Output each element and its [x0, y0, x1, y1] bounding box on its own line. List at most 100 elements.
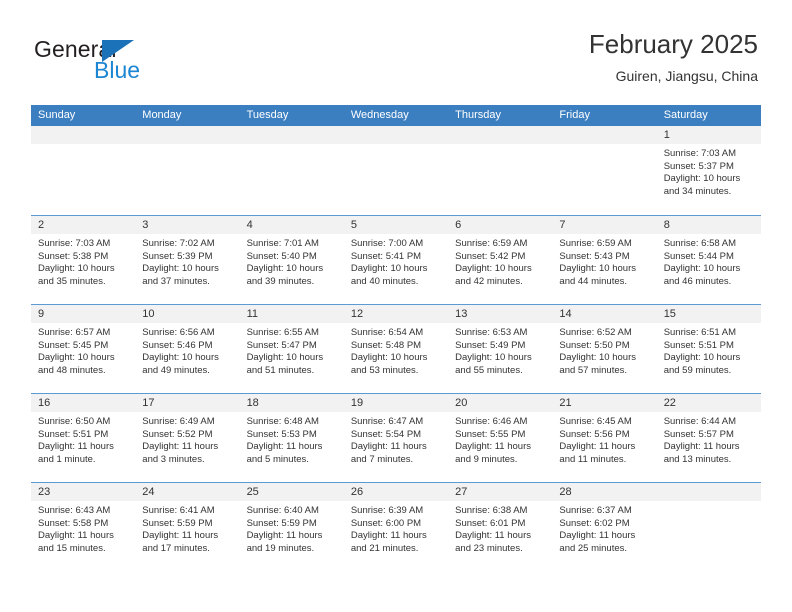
sunrise-text: Sunrise: 6:47 AM — [350, 416, 424, 427]
sunset-text: Sunset: 5:58 PM — [38, 517, 109, 529]
sunset-text: Sunset: 5:44 PM — [663, 250, 734, 262]
calendar-day-cell[interactable]: 8 Sunrise: 6:58 AM Sunset: 5:44 PM Daylight… — [656, 216, 761, 304]
day-number: 2 — [31, 216, 136, 234]
calendar-day-cell[interactable]: 20 Sunrise: 6:46 AM Sunset: 5:55 PM Dayligh… — [448, 394, 553, 482]
calendar-day-cell[interactable]: 12 Sunrise: 6:54 AM Sunset: 5:48 PM Dayligh… — [343, 305, 449, 393]
weekday-header-wednesday: Wednesday — [350, 109, 409, 121]
calendar-day-cell[interactable]: 6 Sunrise: 6:59 AM Sunset: 5:42 PM Daylight… — [448, 216, 553, 304]
sunset-text: Sunset: 5:51 PM — [663, 339, 734, 351]
day-number: 17 — [135, 394, 240, 412]
calendar-day-cell-empty — [135, 126, 240, 215]
calendar-day-cell[interactable]: 17 Sunrise: 6:49 AM Sunset: 5:52 PM Dayligh… — [135, 394, 240, 482]
daylight-text: Daylight: 11 hours and 7 minutes. — [350, 441, 427, 465]
sunset-text: Sunset: 5:41 PM — [350, 250, 422, 262]
calendar-day-cell[interactable]: 18 Sunrise: 6:48 AM Sunset: 5:53 PM Dayligh… — [239, 394, 344, 482]
daylight-text: Daylight: 10 hours and 48 minutes. — [38, 352, 115, 376]
calendar-day-cell[interactable]: 9 Sunrise: 6:57 AM Sunset: 5:45 PM Daylight… — [31, 305, 136, 393]
sunset-text: Sunset: 5:40 PM — [246, 250, 317, 262]
daylight-text: Daylight: 11 hours and 11 minutes. — [559, 441, 636, 465]
calendar-day-cell[interactable]: 2 Sunrise: 7:03 AM Sunset: 5:38 PM Daylight… — [31, 216, 136, 304]
calendar-day-cell[interactable]: 25 Sunrise: 6:40 AM Sunset: 5:59 PM Dayligh… — [239, 483, 344, 571]
calendar-day-cell[interactable]: 16 Sunrise: 6:50 AM Sunset: 5:51 PM Dayligh… — [31, 394, 136, 482]
weekday-header-thursday: Thursday — [455, 109, 501, 121]
sunrise-text: Sunrise: 6:59 AM — [559, 238, 632, 249]
sunset-text: Sunset: 5:52 PM — [142, 428, 213, 440]
calendar-day-cell[interactable]: 13 Sunrise: 6:53 AM Sunset: 5:49 PM Dayligh… — [448, 305, 553, 393]
calendar-day-cell[interactable]: 14 Sunrise: 6:52 AM Sunset: 5:50 PM Dayligh… — [552, 305, 657, 393]
day-number — [448, 126, 553, 144]
daylight-text: Daylight: 11 hours and 3 minutes. — [142, 441, 219, 465]
calendar-day-cell[interactable]: 23 Sunrise: 6:43 AM Sunset: 5:58 PM Dayligh… — [31, 483, 136, 571]
day-number: 10 — [135, 305, 240, 323]
calendar-day-cell[interactable]: 22 Sunrise: 6:44 AM Sunset: 5:57 PM Dayligh… — [656, 394, 761, 482]
sunset-text: Sunset: 6:00 PM — [350, 517, 422, 529]
day-number: 26 — [343, 483, 449, 501]
calendar-day-cell-empty — [31, 126, 136, 215]
day-number: 27 — [448, 483, 553, 501]
calendar-day-cell[interactable]: 10 Sunrise: 6:56 AM Sunset: 5:46 PM Dayligh… — [135, 305, 240, 393]
sunset-text: Sunset: 5:48 PM — [350, 339, 422, 351]
sunrise-text: Sunrise: 7:00 AM — [350, 238, 424, 249]
sunset-text: Sunset: 5:59 PM — [142, 517, 213, 529]
sunset-text: Sunset: 5:51 PM — [38, 428, 109, 440]
daylight-text: Daylight: 11 hours and 5 minutes. — [246, 441, 323, 465]
sunrise-text: Sunrise: 6:58 AM — [663, 238, 737, 249]
sunrise-text: Sunrise: 6:39 AM — [350, 505, 424, 516]
day-sun-info: Sunrise: 6:57 AM Sunset: 5:45 PM Daylight:… — [31, 323, 135, 377]
sunset-text: Sunset: 5:49 PM — [455, 339, 526, 351]
calendar-day-cell[interactable]: 15 Sunrise: 6:51 AM Sunset: 5:51 PM Dayligh… — [656, 305, 761, 393]
sunrise-text: Sunrise: 6:52 AM — [559, 327, 632, 338]
day-number: 13 — [448, 305, 553, 323]
daylight-text: Daylight: 10 hours and 53 minutes. — [350, 352, 428, 376]
day-number: 3 — [135, 216, 240, 234]
calendar-day-cell[interactable]: 11 Sunrise: 6:55 AM Sunset: 5:47 PM Dayligh… — [239, 305, 344, 393]
day-sun-info: Sunrise: 6:47 AM Sunset: 5:54 PM Daylight:… — [344, 412, 448, 466]
sunrise-text: Sunrise: 6:40 AM — [246, 505, 319, 516]
calendar-day-cell[interactable]: 24 Sunrise: 6:41 AM Sunset: 5:59 PM Dayligh… — [135, 483, 240, 571]
sunset-text: Sunset: 5:53 PM — [246, 428, 317, 440]
day-sun-info: Sunrise: 6:44 AM Sunset: 5:57 PM Daylight:… — [657, 412, 761, 466]
weekday-header-saturday: Saturday — [663, 109, 708, 121]
calendar-day-cell[interactable]: 3 Sunrise: 7:02 AM Sunset: 5:39 PM Daylight… — [135, 216, 240, 304]
day-sun-info: Sunrise: 6:52 AM Sunset: 5:50 PM Daylight:… — [552, 323, 656, 377]
day-number: 23 — [31, 483, 136, 501]
location-subtitle: Guiren, Jiangsu, China — [615, 68, 758, 84]
day-number: 21 — [552, 394, 657, 412]
day-number: 28 — [552, 483, 657, 501]
sunset-text: Sunset: 5:42 PM — [455, 250, 526, 262]
day-sun-info: Sunrise: 6:43 AM Sunset: 5:58 PM Daylight:… — [31, 501, 135, 555]
calendar-day-cell[interactable]: 1 Sunrise: 7:03 AM Sunset: 5:37 PM Daylight… — [656, 126, 761, 215]
day-sun-info: Sunrise: 6:55 AM Sunset: 5:47 PM Daylight:… — [240, 323, 344, 377]
daylight-text: Daylight: 10 hours and 46 minutes. — [663, 263, 741, 287]
weekday-header-row: Sunday Monday Tuesday Wednesday Thursday Frid… — [31, 105, 761, 126]
day-number: 22 — [656, 394, 761, 412]
daylight-text: Daylight: 11 hours and 17 minutes. — [142, 530, 219, 554]
day-sun-info: Sunrise: 7:01 AM Sunset: 5:40 PM Daylight:… — [240, 234, 344, 288]
day-number — [552, 126, 657, 144]
day-sun-info: Sunrise: 6:50 AM Sunset: 5:51 PM Daylight:… — [31, 412, 135, 466]
day-sun-info: Sunrise: 6:40 AM Sunset: 5:59 PM Daylight:… — [240, 501, 344, 555]
daylight-text: Daylight: 10 hours and 44 minutes. — [559, 263, 636, 287]
sunrise-text: Sunrise: 7:01 AM — [246, 238, 319, 249]
day-sun-info: Sunrise: 6:38 AM Sunset: 6:01 PM Daylight:… — [448, 501, 552, 555]
day-sun-info: Sunrise: 7:00 AM Sunset: 5:41 PM Daylight:… — [344, 234, 448, 288]
day-number: 5 — [343, 216, 449, 234]
daylight-text: Daylight: 10 hours and 39 minutes. — [246, 263, 324, 287]
generalblue-logo[interactable]: General Blue — [34, 36, 264, 92]
day-sun-info: Sunrise: 7:03 AM Sunset: 5:38 PM Daylight:… — [31, 234, 135, 288]
day-number: 20 — [448, 394, 553, 412]
day-sun-info: Sunrise: 6:56 AM Sunset: 5:46 PM Daylight:… — [135, 323, 239, 377]
calendar-day-cell[interactable]: 21 Sunrise: 6:45 AM Sunset: 5:56 PM Dayligh… — [552, 394, 657, 482]
sunrise-text: Sunrise: 7:03 AM — [38, 238, 111, 249]
calendar-day-cell[interactable]: 4 Sunrise: 7:01 AM Sunset: 5:40 PM Daylight… — [239, 216, 344, 304]
calendar-day-cell[interactable]: 28 Sunrise: 6:37 AM Sunset: 6:02 PM Dayligh… — [552, 483, 657, 571]
weekday-header-tuesday: Tuesday — [246, 109, 289, 121]
day-sun-info: Sunrise: 6:49 AM Sunset: 5:52 PM Daylight:… — [135, 412, 239, 466]
day-number: 12 — [343, 305, 449, 323]
calendar-day-cell[interactable]: 26 Sunrise: 6:39 AM Sunset: 6:00 PM Dayligh… — [343, 483, 449, 571]
calendar-day-cell[interactable]: 7 Sunrise: 6:59 AM Sunset: 5:43 PM Daylight… — [552, 216, 657, 304]
calendar-day-cell[interactable]: 27 Sunrise: 6:38 AM Sunset: 6:01 PM Dayligh… — [448, 483, 553, 571]
calendar-day-cell[interactable]: 5 Sunrise: 7:00 AM Sunset: 5:41 PM Daylight… — [343, 216, 449, 304]
calendar-day-cell[interactable]: 19 Sunrise: 6:47 AM Sunset: 5:54 PM Dayligh… — [343, 394, 449, 482]
sunrise-text: Sunrise: 6:49 AM — [142, 416, 215, 427]
